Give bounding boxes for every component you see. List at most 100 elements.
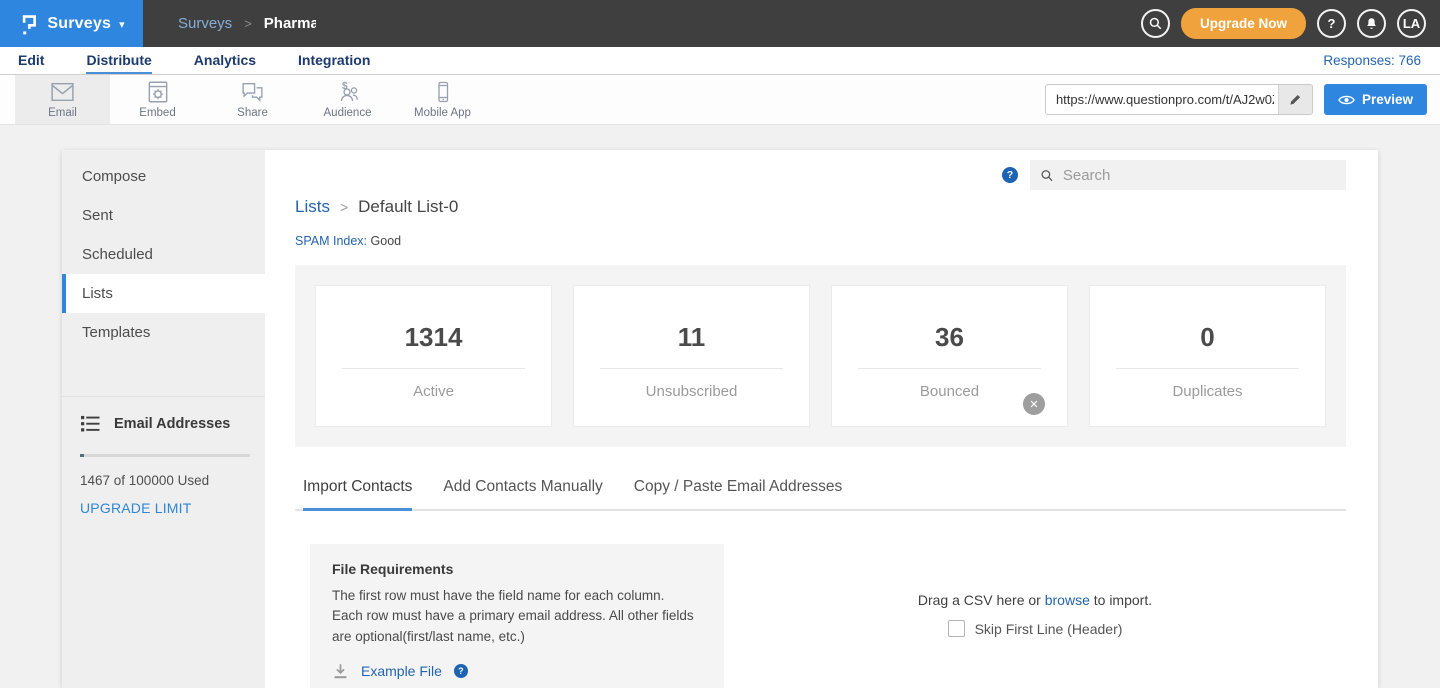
survey-nav: Edit Distribute Analytics Integration Re…: [0, 47, 1440, 75]
browse-link[interactable]: browse: [1045, 592, 1090, 608]
csv-drop-area[interactable]: Drag a CSV here or browse to import. Ski…: [724, 544, 1346, 688]
breadcrumb-surveys-link[interactable]: Surveys: [178, 15, 232, 32]
notifications-button[interactable]: [1357, 9, 1386, 38]
duplicates-count: 0: [1090, 322, 1325, 353]
current-list-name: Default List-0: [358, 197, 458, 217]
sidebar-item-scheduled[interactable]: Scheduled: [62, 235, 265, 274]
tab-analytics[interactable]: Analytics: [194, 47, 256, 74]
avatar[interactable]: LA: [1397, 9, 1426, 38]
question-glyph: ?: [458, 666, 464, 676]
list-detail-main: ? Lists > Default List-0: [265, 150, 1378, 688]
tab-import-contacts[interactable]: Import Contacts: [303, 478, 412, 511]
sidebar-item-lists[interactable]: Lists: [62, 274, 265, 313]
edit-url-button[interactable]: [1278, 85, 1312, 114]
tab-edit[interactable]: Edit: [18, 47, 44, 74]
eye-icon: [1338, 94, 1355, 106]
survey-url-input[interactable]: [1046, 85, 1278, 114]
channel-share[interactable]: Share: [205, 75, 300, 124]
channel-label: Email: [48, 107, 77, 119]
chevron-down-icon: ▾: [119, 18, 125, 31]
channel-mobile-app[interactable]: Mobile App: [395, 75, 490, 124]
divider: [858, 368, 1041, 369]
upgrade-now-button[interactable]: Upgrade Now: [1181, 8, 1306, 39]
skip-first-line-label: Skip First Line (Header): [975, 621, 1123, 637]
product-name: Surveys: [47, 15, 111, 33]
example-file-row: Example File ?: [332, 663, 702, 680]
channel-label: Embed: [139, 107, 175, 119]
active-label: Active: [316, 383, 551, 400]
tab-integration[interactable]: Integration: [298, 47, 370, 74]
help-button[interactable]: ?: [1317, 9, 1346, 38]
skip-first-line-checkbox[interactable]: [948, 620, 965, 637]
search-input[interactable]: [1063, 167, 1336, 184]
avatar-initials: LA: [1403, 16, 1420, 31]
divider: [342, 368, 525, 369]
stat-card-duplicates: 0 Duplicates: [1089, 285, 1326, 427]
skip-first-line-row: Skip First Line (Header): [948, 620, 1123, 637]
distribute-toolbar: Email Embed: [0, 75, 1440, 125]
unsubscribed-label: Unsubscribed: [574, 383, 809, 400]
channel-email[interactable]: Email: [15, 75, 110, 124]
share-icon: [239, 80, 266, 104]
unsubscribed-count: 11: [574, 322, 809, 353]
breadcrumb-separator: >: [340, 199, 348, 215]
divider: [600, 368, 783, 369]
tab-add-contacts-manually[interactable]: Add Contacts Manually: [443, 478, 602, 509]
spam-index-label: SPAM Index:: [295, 234, 367, 248]
preview-button[interactable]: Preview: [1324, 84, 1427, 115]
lists-link[interactable]: Lists: [295, 197, 330, 217]
channel-label: Mobile App: [414, 107, 471, 119]
sidebar-item-sent[interactable]: Sent: [62, 196, 265, 235]
survey-nav-tabs: Edit Distribute Analytics Integration: [18, 47, 370, 74]
spam-index-value: Good: [371, 234, 402, 248]
tab-copy-paste-email-addresses[interactable]: Copy / Paste Email Addresses: [634, 478, 843, 509]
bounced-count: 36: [832, 322, 1067, 353]
email-icon: [49, 80, 76, 104]
breadcrumb-separator: >: [244, 16, 252, 31]
drag-text-before: Drag a CSV here or: [918, 592, 1041, 608]
content-card: Compose Sent Scheduled Lists Templates: [62, 150, 1378, 688]
file-requirements-body: The first row must have the field name f…: [332, 586, 694, 647]
email-usage-text: 1467 of 100000 Used: [80, 473, 247, 488]
pencil-icon: [1288, 93, 1302, 107]
email-addresses-section: Email Addresses 1467 of 100000 Used UPGR…: [62, 396, 265, 516]
audience-icon: $: [334, 80, 362, 104]
channel-label: Audience: [324, 107, 372, 119]
embed-icon: [145, 80, 171, 104]
bell-icon: [1364, 16, 1379, 31]
example-file-help-icon[interactable]: ?: [454, 664, 468, 678]
preview-label: Preview: [1362, 92, 1413, 107]
question-icon: ?: [1328, 16, 1336, 31]
header-actions: Upgrade Now ? LA: [1141, 8, 1426, 39]
email-sidebar: Compose Sent Scheduled Lists Templates: [62, 150, 265, 688]
email-usage-fill: [80, 454, 84, 457]
search-icon: [1148, 16, 1163, 31]
clear-bounced-button[interactable]: ✕: [1023, 393, 1045, 415]
product-switcher[interactable]: Surveys ▾: [0, 0, 143, 47]
sidebar-item-compose[interactable]: Compose: [62, 157, 265, 196]
contact-tabs: Import Contacts Add Contacts Manually Co…: [295, 478, 1346, 511]
upgrade-limit-link[interactable]: UPGRADE LIMIT: [80, 500, 247, 516]
divider: [1116, 368, 1299, 369]
close-icon: ✕: [1029, 398, 1038, 411]
mobile-app-icon: [431, 80, 455, 104]
active-count: 1314: [316, 322, 551, 353]
channel-label: Share: [237, 107, 268, 119]
help-icon[interactable]: ?: [1002, 167, 1018, 183]
channel-audience[interactable]: $ Audience: [300, 75, 395, 124]
channel-embed[interactable]: Embed: [110, 75, 205, 124]
import-contacts-panel: File Requirements The first row must hav…: [295, 544, 1346, 688]
responses-count[interactable]: Responses: 766: [1323, 53, 1421, 68]
stat-card-unsubscribed: 11 Unsubscribed: [573, 285, 810, 427]
tab-distribute[interactable]: Distribute: [86, 47, 151, 74]
list-stats-panel: 1314 Active 11 Unsubscribed 36 Bounced: [295, 265, 1346, 447]
example-file-link[interactable]: Example File: [361, 663, 442, 679]
drag-csv-text: Drag a CSV here or browse to import.: [918, 592, 1152, 608]
sidebar-item-templates[interactable]: Templates: [62, 313, 265, 352]
duplicates-label: Duplicates: [1090, 383, 1325, 400]
survey-url-group: [1045, 84, 1313, 115]
search-button[interactable]: [1141, 9, 1170, 38]
channel-items: Email Embed: [15, 75, 490, 124]
stat-card-bounced: 36 Bounced ✕: [831, 285, 1068, 427]
breadcrumb: Surveys > Pharma: [178, 15, 316, 32]
